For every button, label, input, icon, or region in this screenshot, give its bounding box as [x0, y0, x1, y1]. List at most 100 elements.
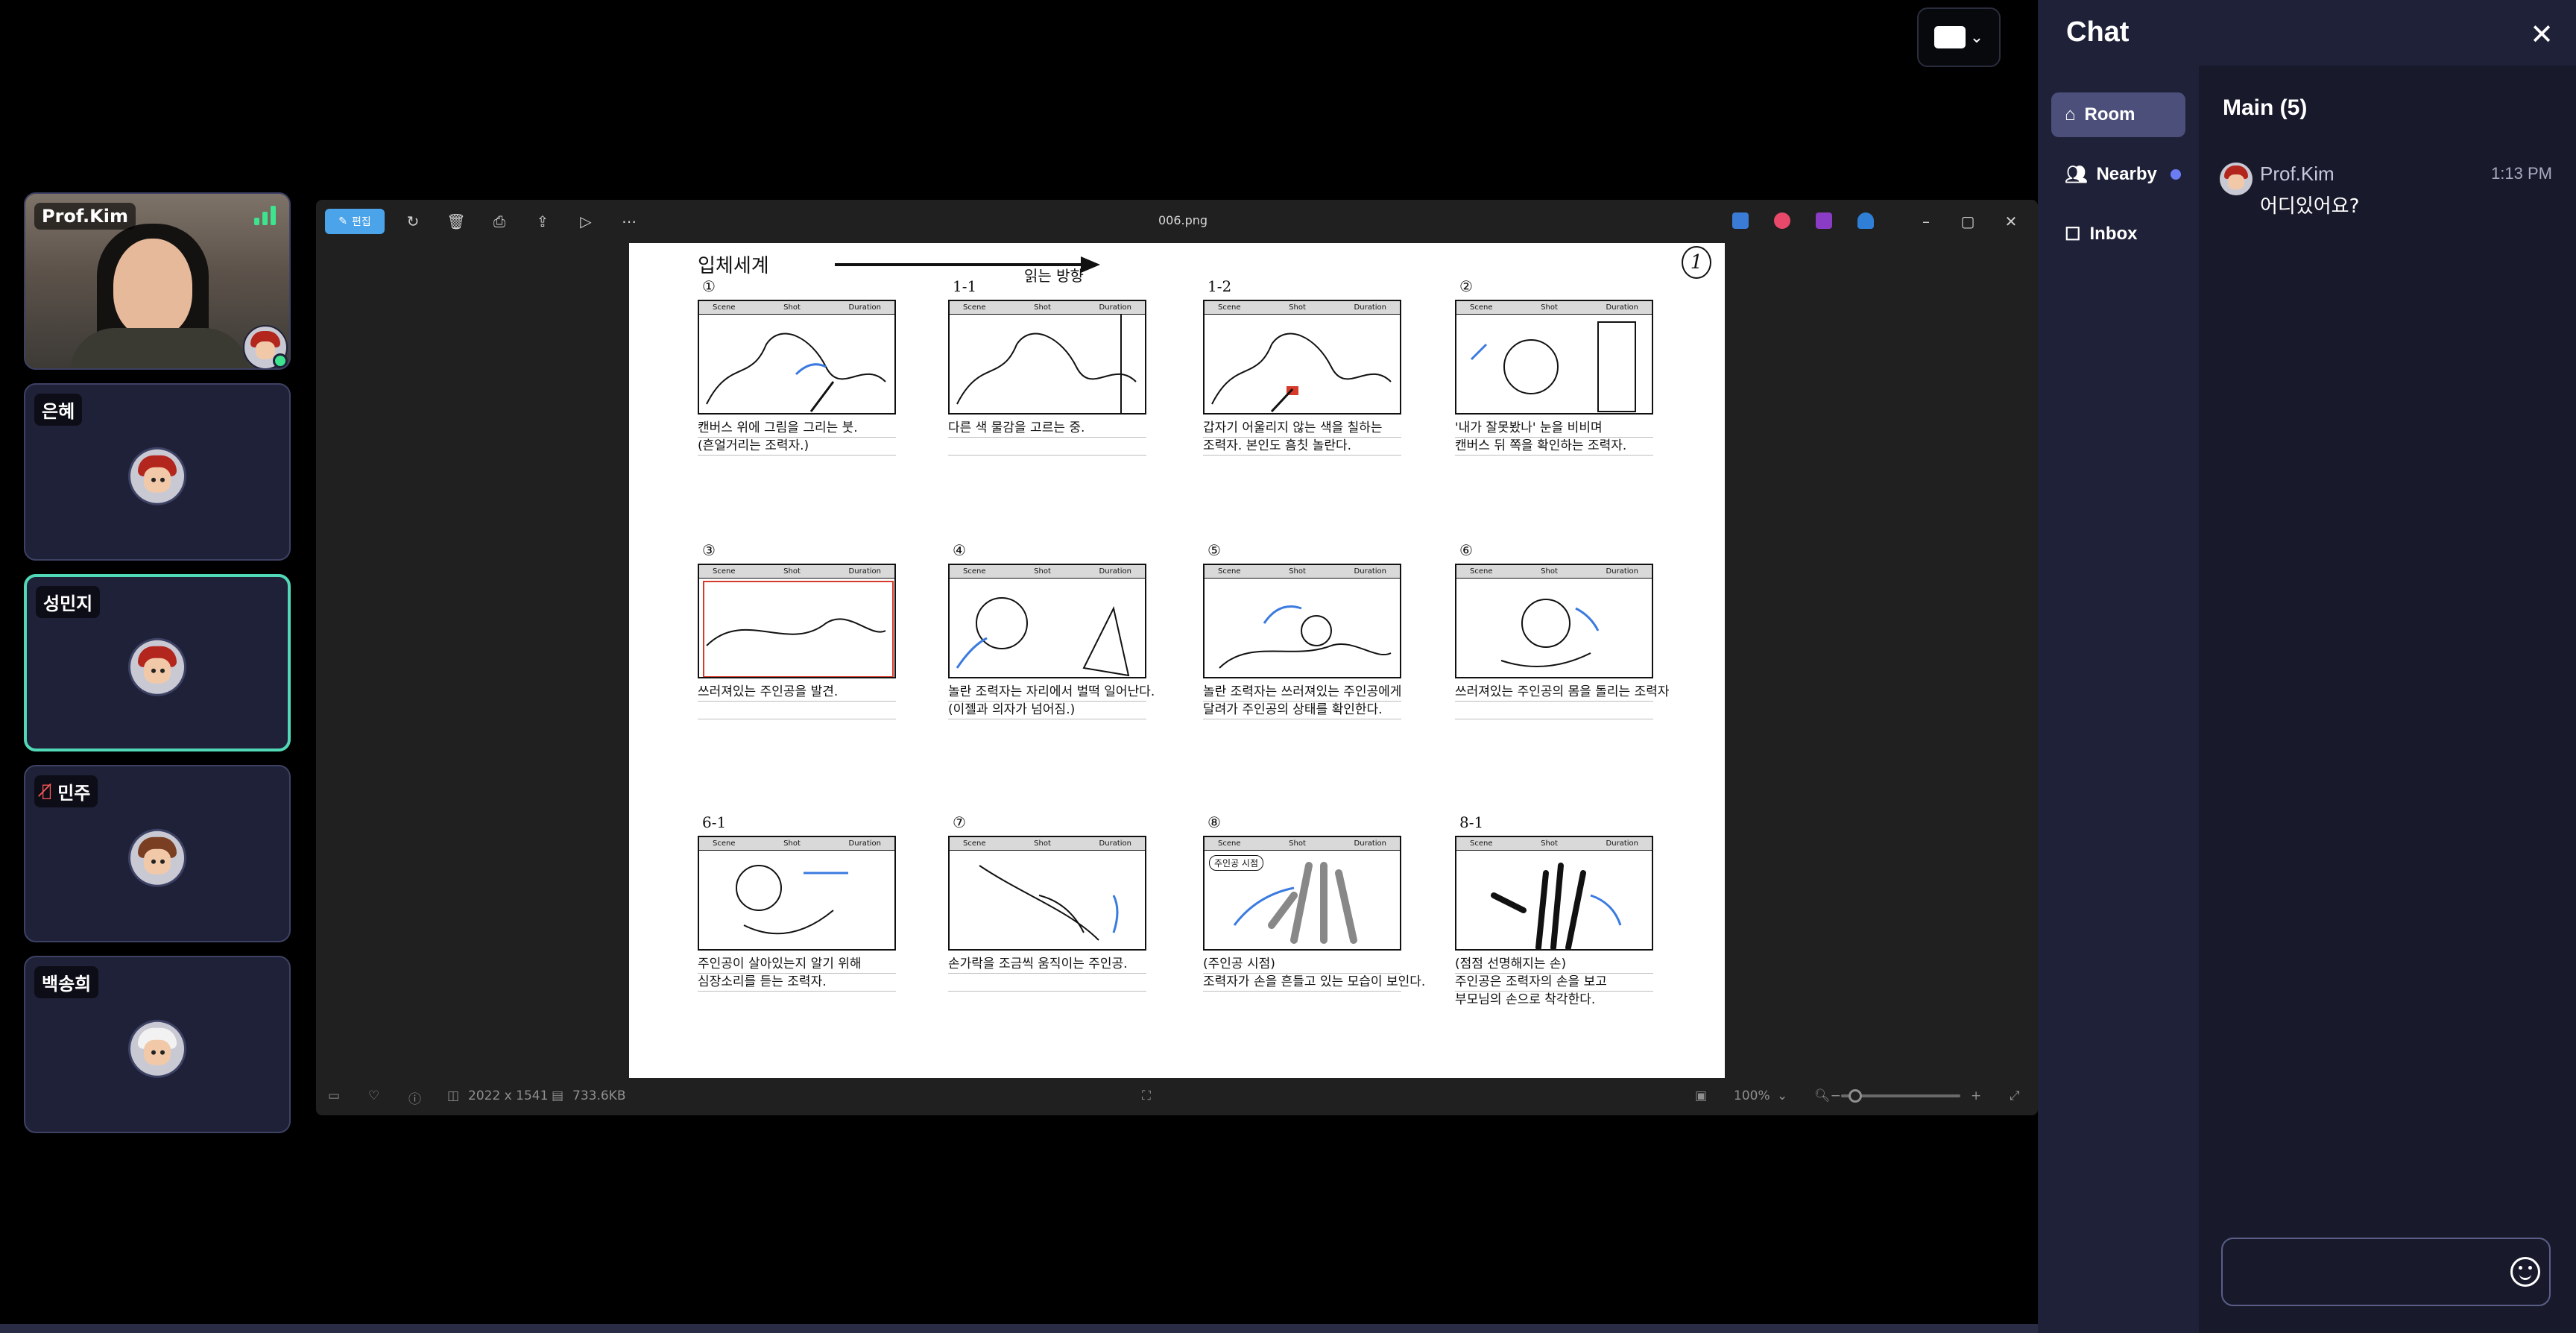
participant-name: 백송희: [42, 974, 92, 995]
channel-title: Main (5): [2223, 95, 2308, 120]
avatar: [2220, 163, 2253, 195]
chat-nav-label: Room: [2084, 104, 2135, 125]
edit-button[interactable]: ✎ 편집: [325, 209, 385, 234]
caption-rule: [1203, 991, 1401, 992]
image-dimensions: 2022 x 1541: [468, 1088, 549, 1103]
frame-header: Scene Shot Duration: [699, 837, 894, 851]
panel-caption: 캔버스 뒤 쪽을 확인하는 조력자.: [1455, 438, 1627, 453]
message-time: 1:13 PM: [2491, 164, 2552, 183]
panel-sketch: [1211, 333, 1392, 413]
panel-note: 주인공 시점: [1209, 855, 1264, 871]
chat-nav-label: Nearby: [2096, 164, 2157, 184]
panel-caption: 갑자기 어울리지 않는 색을 칠하는: [1203, 420, 1383, 435]
frame-header-scene: Scene: [713, 567, 736, 576]
filmstrip-icon[interactable]: ▭: [328, 1088, 340, 1103]
message-sender: Prof.Kim: [2260, 163, 2334, 185]
chevron-down-icon: ⌄: [1969, 28, 1984, 47]
panel-label: 1-2: [1208, 277, 1232, 295]
panel-caption: (점점 선명해지는 손): [1455, 957, 1567, 971]
panel-caption: 조력자가 손을 흔들고 있는 모습이 보인다.: [1203, 974, 1426, 989]
zoom-out-icon[interactable]: 🔍︎−: [1814, 1088, 1841, 1103]
rotate-icon[interactable]: ↻: [398, 209, 428, 234]
panel-caption: 쓰러져있는 주인공을 발견.: [698, 684, 839, 699]
panel-label: ③: [702, 541, 716, 559]
chat-nav-nearby[interactable]: 👥︎ Nearby: [2051, 152, 2185, 197]
close-icon[interactable]: ✕: [1996, 209, 2026, 234]
zoom-in-icon[interactable]: +: [1971, 1088, 1981, 1103]
delete-icon[interactable]: 🗑: [441, 209, 471, 234]
participant-tile[interactable]: 은혜: [24, 383, 291, 561]
favorite-icon[interactable]: ♡: [368, 1088, 379, 1103]
cloud-icon[interactable]: [1857, 212, 1874, 229]
minimize-icon[interactable]: –: [1911, 209, 1941, 234]
participant-name: Prof.Kim: [42, 206, 128, 227]
panel-label: 1-1: [953, 277, 977, 295]
frame-header-duration: Duration: [1606, 567, 1638, 576]
panel-sketch: [1491, 863, 1622, 949]
image-viewer-window: ✎ 편집 ↻ 🗑 ⎙ ⇪ ▷ ⋯ 006.png – ▢ ✕ 입체세계 읽는 방…: [316, 200, 2038, 1115]
app-icon[interactable]: [1816, 212, 1832, 229]
participant-name-tag: Prof.Kim: [34, 203, 136, 230]
print-icon[interactable]: ⎙: [484, 209, 514, 234]
caption-rule: [1203, 455, 1401, 456]
caption-rule: [948, 973, 1146, 974]
chevron-down-icon[interactable]: ⌄: [1777, 1088, 1787, 1103]
people-icon: 👥︎: [2065, 164, 2088, 185]
frame-header-duration: Duration: [1354, 303, 1386, 312]
panel-sketch: [956, 315, 1137, 413]
frame-header-shot: Shot: [1541, 567, 1558, 576]
fit-screen-icon[interactable]: ⛶: [1142, 1088, 1151, 1103]
frame-header-scene: Scene: [1470, 567, 1493, 576]
panel-caption: 주인공이 살아있는지 알기 위해: [698, 957, 862, 971]
more-icon[interactable]: ⋯: [614, 209, 644, 234]
frame-header: Scene Shot Duration: [1456, 565, 1652, 579]
frame-header-scene: Scene: [963, 303, 986, 312]
panel-label: ②: [1459, 277, 1473, 295]
participant-tile-active[interactable]: 성민지: [24, 574, 291, 751]
chat-nav-room[interactable]: ⌂ Room: [2051, 92, 2185, 137]
slideshow-icon[interactable]: ▷: [571, 209, 601, 234]
share-icon[interactable]: ⇪: [528, 209, 558, 234]
chat-input[interactable]: [2221, 1238, 2551, 1306]
panel-label: ①: [702, 277, 716, 295]
file-name: 006.png: [1158, 213, 1208, 227]
maximize-icon[interactable]: ▢: [1953, 209, 1983, 234]
panel-label: ⑤: [1208, 541, 1221, 559]
participant-tile[interactable]: 백송희: [24, 956, 291, 1133]
fullscreen-icon[interactable]: ⤢: [2010, 1088, 2020, 1103]
info-icon[interactable]: ⓘ: [408, 1088, 421, 1107]
caption-rule: [948, 991, 1146, 992]
avatar: [130, 449, 184, 503]
storyboard-title: 입체세계: [698, 255, 769, 277]
frame-header-shot: Shot: [1034, 303, 1051, 312]
screen-share-toggle[interactable]: ⌄: [1917, 7, 2001, 67]
reading-direction-label: 읽는 방향: [1024, 267, 1084, 285]
chat-message: Prof.Kim 1:13 PM 어디있어요?: [2220, 160, 2576, 227]
zoom-slider[interactable]: [1841, 1089, 1960, 1103]
frame-header-shot: Shot: [1034, 839, 1051, 848]
panel-sketch: [736, 865, 848, 935]
file-size: 733.6KB: [572, 1088, 626, 1103]
viewer-toolbar: ✎ 편집 ↻ 🗑 ⎙ ⇪ ▷ ⋯ 006.png – ▢ ✕: [316, 200, 2038, 243]
close-icon[interactable]: ✕: [2530, 18, 2554, 51]
participant-name-tag: 성민지: [36, 586, 101, 618]
zoom-slider-thumb[interactable]: [1849, 1089, 1863, 1103]
zoom-level[interactable]: 100%: [1734, 1088, 1770, 1103]
panel-label: ④: [953, 541, 966, 559]
participant-tile[interactable]: Prof.Kim: [24, 192, 291, 370]
frame-header-shot: Shot: [783, 567, 801, 576]
avatar: [130, 1021, 184, 1076]
panel-sketch: [703, 581, 894, 677]
chat-panel: Chat ✕ ⌂ Room 👥︎ Nearby ☐ Inbox Main (5)…: [2038, 0, 2576, 1333]
app-icon[interactable]: [1732, 212, 1749, 229]
emoji-icon[interactable]: [2510, 1257, 2540, 1287]
frame-header-scene: Scene: [963, 567, 986, 576]
frame-header-shot: Shot: [1289, 567, 1306, 576]
participant-tile[interactable]: 🎙̸ 민주: [24, 765, 291, 942]
frame-header-scene: Scene: [1218, 567, 1241, 576]
frame-header: Scene Shot Duration: [1205, 837, 1400, 851]
app-icon[interactable]: [1774, 212, 1790, 229]
actual-size-icon[interactable]: ▣: [1695, 1088, 1707, 1103]
chat-nav-inbox[interactable]: ☐ Inbox: [2051, 212, 2185, 256]
frame-header-shot: Shot: [1289, 303, 1306, 312]
